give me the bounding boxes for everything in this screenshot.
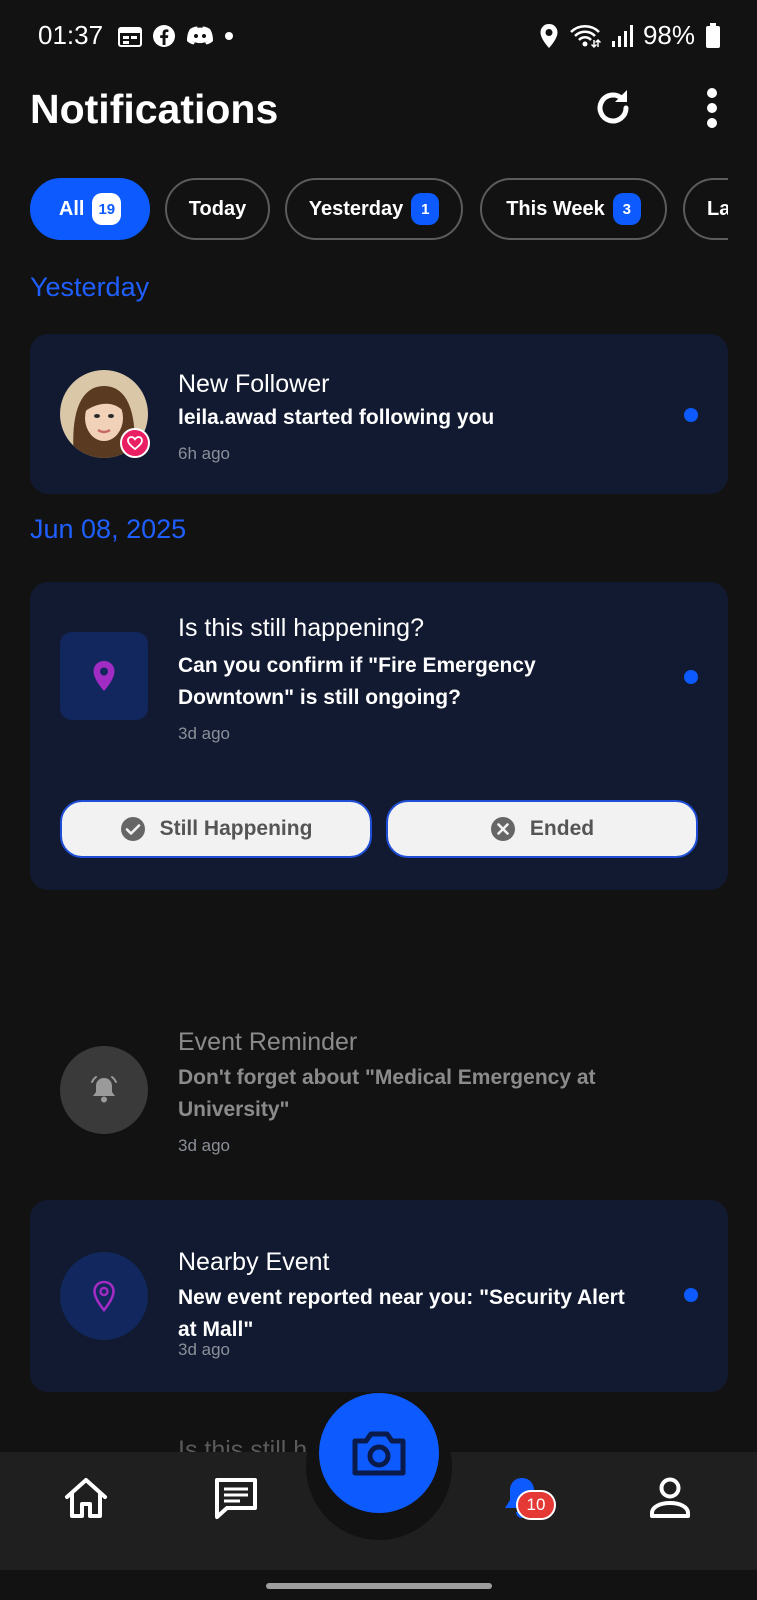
battery-icon bbox=[706, 22, 720, 48]
filter-chips: All 19 Today Yesterday 1 This Week 3 La bbox=[30, 178, 728, 240]
filter-chip-count: 1 bbox=[411, 193, 440, 225]
battery-percentage: 98% bbox=[642, 20, 695, 50]
location-pin-icon bbox=[93, 661, 115, 691]
notification-title: New Follower bbox=[178, 370, 330, 398]
nav-profile[interactable] bbox=[638, 1466, 702, 1530]
filter-chip-all[interactable]: All 19 bbox=[30, 178, 150, 240]
unread-dot bbox=[684, 670, 698, 684]
notification-body: Don't forget about "Medical Emergency at… bbox=[178, 1066, 596, 1121]
notification-icon-tile bbox=[60, 632, 148, 720]
section-header-yesterday: Yesterday bbox=[30, 272, 150, 302]
filter-chip-yesterday[interactable]: Yesterday 1 bbox=[285, 178, 463, 240]
camera-fab-button[interactable] bbox=[319, 1393, 439, 1513]
filter-chip-count: 19 bbox=[92, 193, 122, 225]
nav-messages[interactable] bbox=[204, 1466, 268, 1530]
notification-title: Event Reminder bbox=[178, 1028, 358, 1056]
home-icon bbox=[65, 1478, 107, 1518]
heart-badge bbox=[120, 428, 150, 458]
section-header-date: Jun 08, 2025 bbox=[30, 514, 187, 544]
signal-icon bbox=[611, 24, 633, 47]
calendar-icon bbox=[118, 27, 142, 47]
still-happening-label: Still Happening bbox=[159, 817, 313, 840]
page-title: Notifications bbox=[30, 86, 279, 132]
notification-body: Can you confirm if "Fire Emergency Downt… bbox=[178, 654, 536, 709]
notification-time: 3d ago bbox=[178, 724, 230, 743]
home-gesture-bar[interactable] bbox=[266, 1583, 492, 1589]
check-circle-icon bbox=[120, 817, 145, 841]
notification-icon-tile bbox=[60, 1252, 148, 1340]
heart-icon bbox=[127, 436, 143, 450]
header: Notifications bbox=[0, 80, 757, 144]
status-icons-right: 98% bbox=[539, 20, 721, 51]
status-time: 01:37 bbox=[38, 20, 104, 50]
filter-chip-count: 3 bbox=[612, 193, 641, 225]
notification-body: leila.awad started following you bbox=[178, 406, 495, 429]
unread-dot bbox=[684, 1288, 698, 1302]
filter-chip-label: All bbox=[58, 197, 85, 220]
profile-icon bbox=[650, 1477, 690, 1518]
discord-icon bbox=[187, 26, 213, 45]
status-bar: 01:37 98% bbox=[0, 0, 757, 72]
filter-chip-label: Today bbox=[188, 197, 247, 220]
notification-time: 3d ago bbox=[178, 1136, 230, 1155]
close-circle-icon bbox=[490, 817, 515, 841]
notifications-badge: 10 bbox=[516, 1490, 556, 1520]
dot-icon bbox=[225, 32, 233, 40]
location-pin-outline-icon bbox=[93, 1280, 115, 1312]
filter-chip-this-week[interactable]: This Week 3 bbox=[480, 178, 667, 240]
status-icons-left bbox=[118, 24, 234, 48]
notification-time: 6h ago bbox=[178, 444, 230, 463]
notification-title: Nearby Event bbox=[178, 1248, 330, 1276]
ended-label: Ended bbox=[529, 817, 595, 840]
notification-card-nearby-event[interactable]: Nearby Event New event reported near you… bbox=[30, 1200, 728, 1392]
facebook-icon bbox=[153, 25, 175, 47]
filter-chip-today[interactable]: Today bbox=[165, 178, 270, 240]
more-menu-button[interactable] bbox=[684, 80, 740, 136]
wifi-icon bbox=[570, 24, 601, 48]
notification-card-event-reminder[interactable]: Event Reminder Don't forget about "Medic… bbox=[30, 1012, 728, 1172]
notification-body: New event reported near you: "Security A… bbox=[178, 1286, 625, 1341]
avatar bbox=[60, 370, 150, 458]
refresh-icon bbox=[597, 90, 629, 124]
notification-icon-tile bbox=[60, 1046, 148, 1134]
nav-home[interactable] bbox=[54, 1466, 118, 1530]
chat-icon bbox=[215, 1478, 257, 1519]
refresh-button[interactable] bbox=[585, 80, 641, 136]
bell-ring-icon bbox=[91, 1076, 117, 1103]
ended-button[interactable]: Ended bbox=[386, 800, 698, 858]
location-icon bbox=[540, 23, 558, 48]
more-vertical-icon bbox=[707, 88, 717, 128]
notification-card-still-happening[interactable]: Is this still happening? Can you confirm… bbox=[30, 582, 728, 890]
filter-chip-label: Yesterday bbox=[308, 197, 404, 220]
filter-chip-label: This Week bbox=[506, 197, 605, 220]
notification-title: Is this still happening? bbox=[178, 614, 424, 642]
filter-chip-label: La bbox=[707, 197, 728, 220]
still-happening-button[interactable]: Still Happening bbox=[60, 800, 372, 858]
notification-card-new-follower[interactable]: New Follower leila.awad started followin… bbox=[30, 334, 728, 494]
camera-icon bbox=[352, 1431, 406, 1476]
unread-dot bbox=[684, 408, 698, 422]
filter-chip-last[interactable]: La bbox=[683, 178, 728, 240]
notification-time: 3d ago bbox=[178, 1340, 230, 1359]
